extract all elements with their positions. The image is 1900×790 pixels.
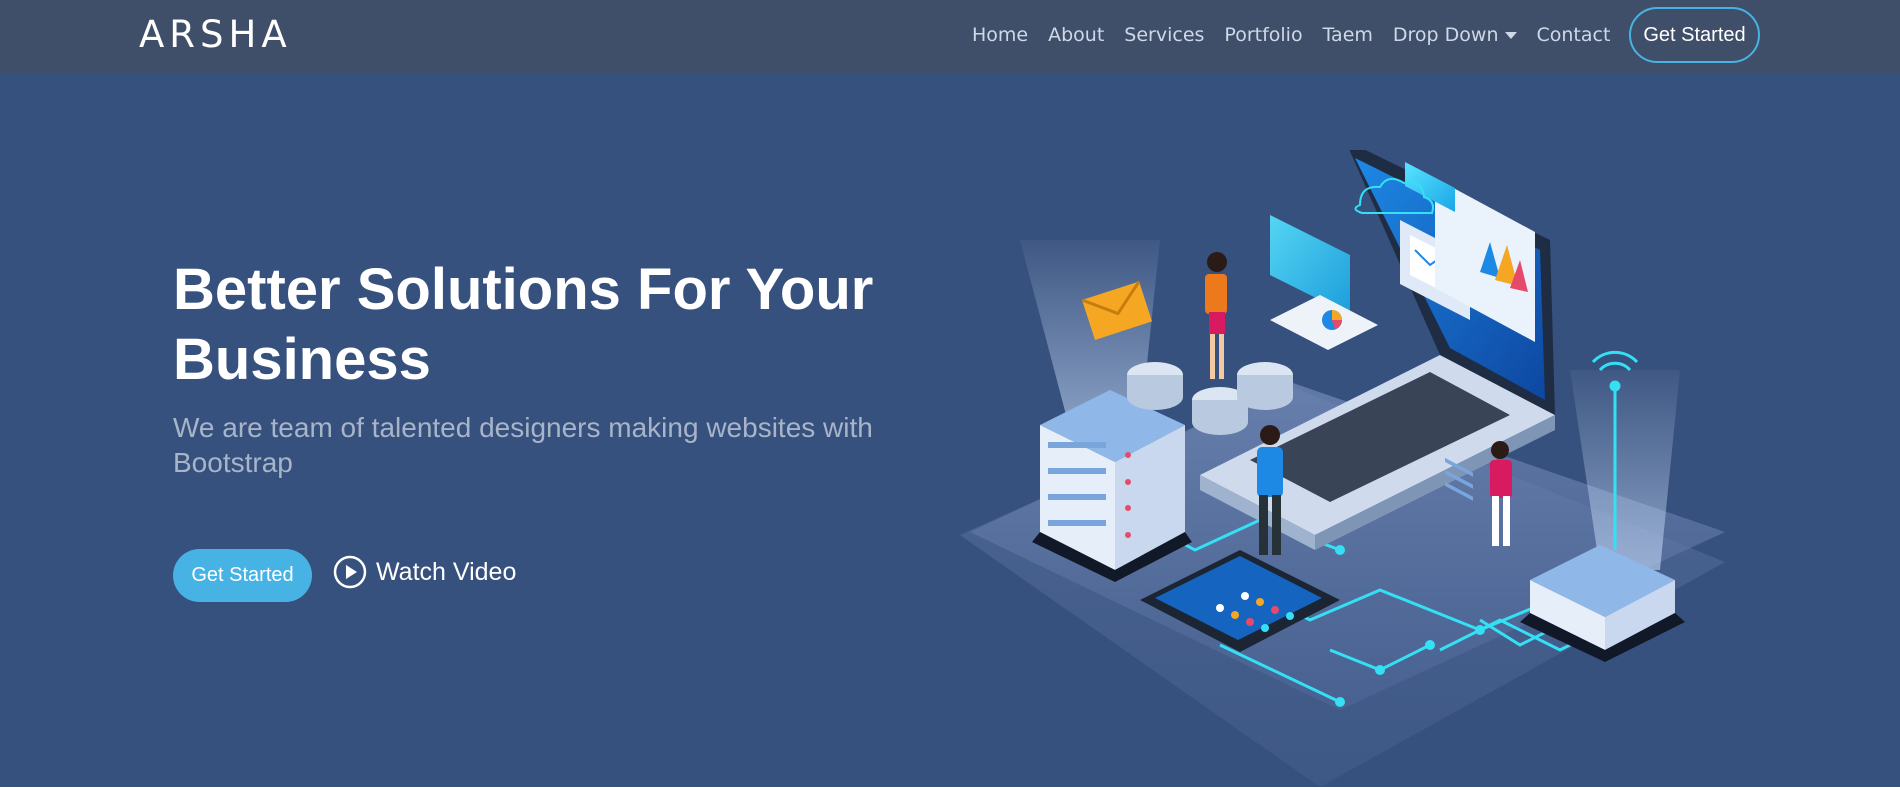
watch-video-button[interactable]: Watch Video	[333, 555, 516, 589]
hero-illustration	[960, 150, 1725, 787]
hero-subtitle: We are team of talented designers making…	[173, 412, 873, 478]
nav-item-portfolio[interactable]: Portfolio	[1224, 24, 1302, 46]
hero-title: Better Solutions For Your Business	[173, 255, 953, 395]
nav-item-services[interactable]: Services	[1124, 24, 1204, 46]
nav-item-dropdown-label: Drop Down	[1392, 24, 1499, 46]
pie-chart-card	[1270, 295, 1378, 350]
main-navigation: Home About Services Portfolio Taem Drop …	[972, 24, 1630, 46]
hero-get-started-button[interactable]: Get Started	[173, 549, 312, 602]
nav-item-dropdown[interactable]: Drop Down	[1393, 24, 1517, 46]
nav-item-about[interactable]: About	[1048, 24, 1104, 46]
woman-on-disks-figure	[1205, 252, 1227, 379]
hero-title-line-1: Better Solutions For Your	[173, 257, 874, 322]
hero-title-line-2: Business	[173, 327, 431, 392]
watch-video-label: Watch Video	[376, 557, 517, 586]
play-circle-icon	[333, 555, 367, 589]
header-get-started-button[interactable]: Get Started	[1629, 7, 1760, 63]
caret-down-icon	[1504, 31, 1517, 39]
site-header: ARSHA Home About Services Portfolio Taem…	[0, 0, 1900, 73]
nav-item-home[interactable]: Home	[972, 24, 1028, 46]
site-logo[interactable]: ARSHA	[139, 13, 292, 56]
nav-item-team[interactable]: Taem	[1323, 24, 1373, 46]
hero-section: ARSHA Home About Services Portfolio Taem…	[0, 0, 1900, 787]
nav-item-contact[interactable]: Contact	[1537, 24, 1611, 46]
left-server-tower	[1032, 390, 1192, 582]
